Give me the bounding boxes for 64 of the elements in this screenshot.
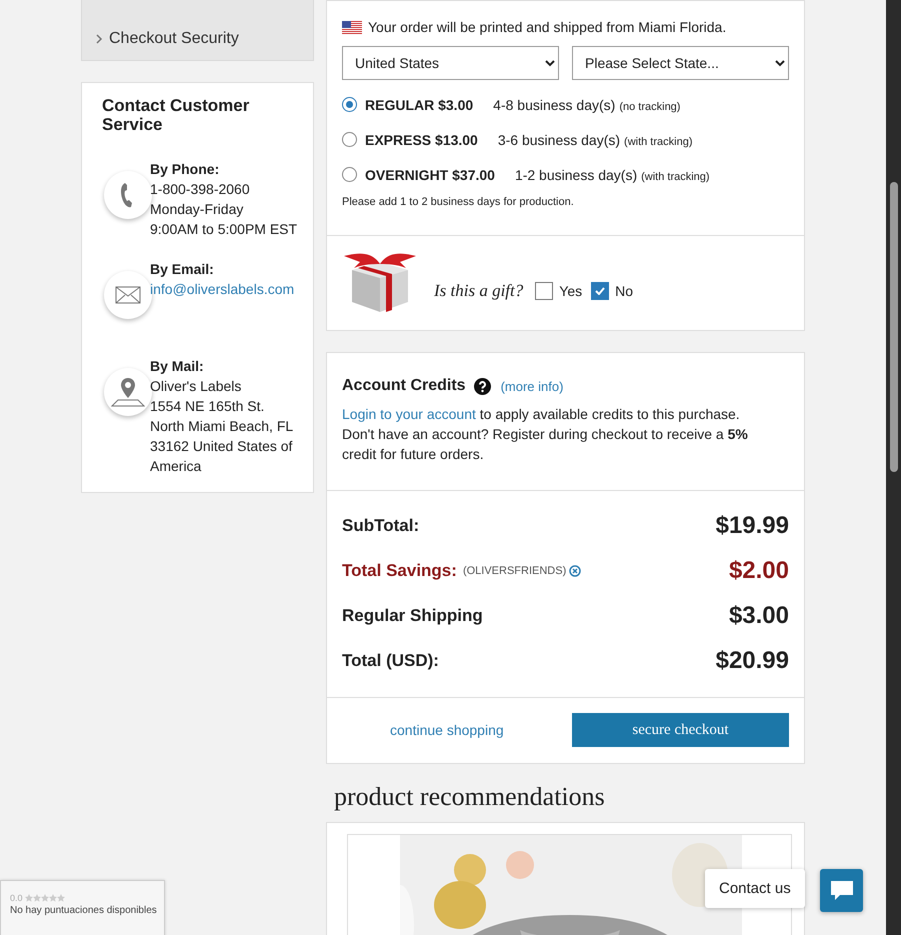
- rating-score: 0.0: [10, 893, 23, 903]
- total-value: $2.00: [728, 556, 789, 584]
- section-title: Account Credits: [342, 377, 466, 395]
- more-info-link[interactable]: (more info): [500, 378, 564, 394]
- contact-text: Oliver's Labels: [150, 377, 242, 396]
- contact-text: 1-800-398-2060: [150, 180, 251, 199]
- country-select[interactable]: United States: [342, 46, 559, 80]
- method-label: By Mail:: [150, 357, 205, 376]
- login-link[interactable]: Login to your account: [342, 406, 476, 422]
- total-value: $20.99: [716, 646, 789, 674]
- total-label: Total Savings:: [342, 560, 457, 580]
- map-pin-icon: [111, 376, 145, 408]
- option-days: 4-8 business day(s) (no tracking): [493, 96, 680, 112]
- option-name: EXPRESS $13.00: [365, 132, 478, 148]
- email-link[interactable]: info@oliverslabels.com: [150, 281, 294, 297]
- total-value: $3.00: [728, 602, 789, 630]
- checkbox-label: Yes: [559, 283, 582, 299]
- production-note: Please add 1 to 2 business days for production.: [342, 196, 575, 208]
- card-title: Contact Customer Service: [101, 95, 250, 134]
- remove-coupon-icon[interactable]: [569, 564, 582, 576]
- method-label: By Email:: [150, 260, 215, 279]
- contact-us-bubble[interactable]: Contact us: [705, 869, 805, 908]
- option-days: 3-6 business day(s) (with tracking): [498, 132, 692, 148]
- method-label: By Phone:: [150, 160, 220, 179]
- radio-button[interactable]: [342, 132, 357, 147]
- flag-icon: [342, 20, 362, 34]
- shipping-option[interactable]: OVERNIGHT $37.00 1-2 business day(s) (with tracking): [342, 164, 789, 185]
- contact-text: Monday-Friday: [150, 200, 244, 219]
- help-icon: [474, 378, 491, 394]
- secure-checkout-button[interactable]: secure checkout: [572, 713, 789, 747]
- contact-text: 9:00AM to 5:00PM EST: [150, 220, 298, 239]
- contact-text: 1554 NE 165th St.: [150, 397, 266, 416]
- credits-text: Login to your account to apply available credits to this purchase. Don't have an account? Register during checkout to receive a 5% credit for future orders.: [342, 405, 749, 464]
- total-label: Regular Shipping: [342, 606, 483, 626]
- contact-text: North Miami Beach, FL: [150, 417, 294, 436]
- origin-text: Your order will be printed and shipped from Miami Florida.: [368, 19, 726, 35]
- checkbox[interactable]: [591, 282, 610, 300]
- scrollbar[interactable]: [886, 0, 901, 935]
- checkmark-icon: [595, 287, 606, 295]
- total-label: Total (USD):: [342, 650, 439, 670]
- nav-link[interactable]: Checkout Security: [96, 30, 313, 48]
- total-value: $19.99: [716, 512, 789, 540]
- rating-text: No hay puntuaciones disponibles: [10, 905, 158, 916]
- chat-button[interactable]: [820, 869, 863, 912]
- option-days: 1-2 business day(s) (with tracking): [514, 166, 710, 182]
- nav-link-label: Checkout Security: [109, 30, 239, 48]
- radio-button[interactable]: [342, 97, 357, 112]
- option-name: OVERNIGHT $37.00: [365, 166, 495, 182]
- total-label: SubTotal:: [342, 516, 420, 536]
- option-name: REGULAR $3.00: [365, 96, 474, 112]
- checkbox-label: No: [615, 283, 634, 299]
- shipping-option[interactable]: EXPRESS $13.00 3-6 business day(s) (with tracking): [342, 129, 789, 150]
- checkbox[interactable]: [535, 282, 554, 300]
- chevron-icon: [96, 34, 103, 44]
- radio-button[interactable]: [342, 167, 357, 182]
- section-heading: product recommendations: [334, 782, 606, 812]
- envelope-icon: [115, 286, 141, 304]
- continue-shopping-link[interactable]: continue shopping: [390, 722, 504, 738]
- coupon-code: (OLIVERSFRIENDS): [462, 564, 566, 576]
- chat-icon: [830, 880, 852, 900]
- gift-question: Is this a gift?: [434, 281, 524, 301]
- state-select[interactable]: Please Select State...: [572, 46, 789, 80]
- contact-text: 33162 United States of America: [150, 437, 294, 476]
- shipping-option[interactable]: REGULAR $3.00 4-8 business day(s) (no tracking): [342, 94, 789, 115]
